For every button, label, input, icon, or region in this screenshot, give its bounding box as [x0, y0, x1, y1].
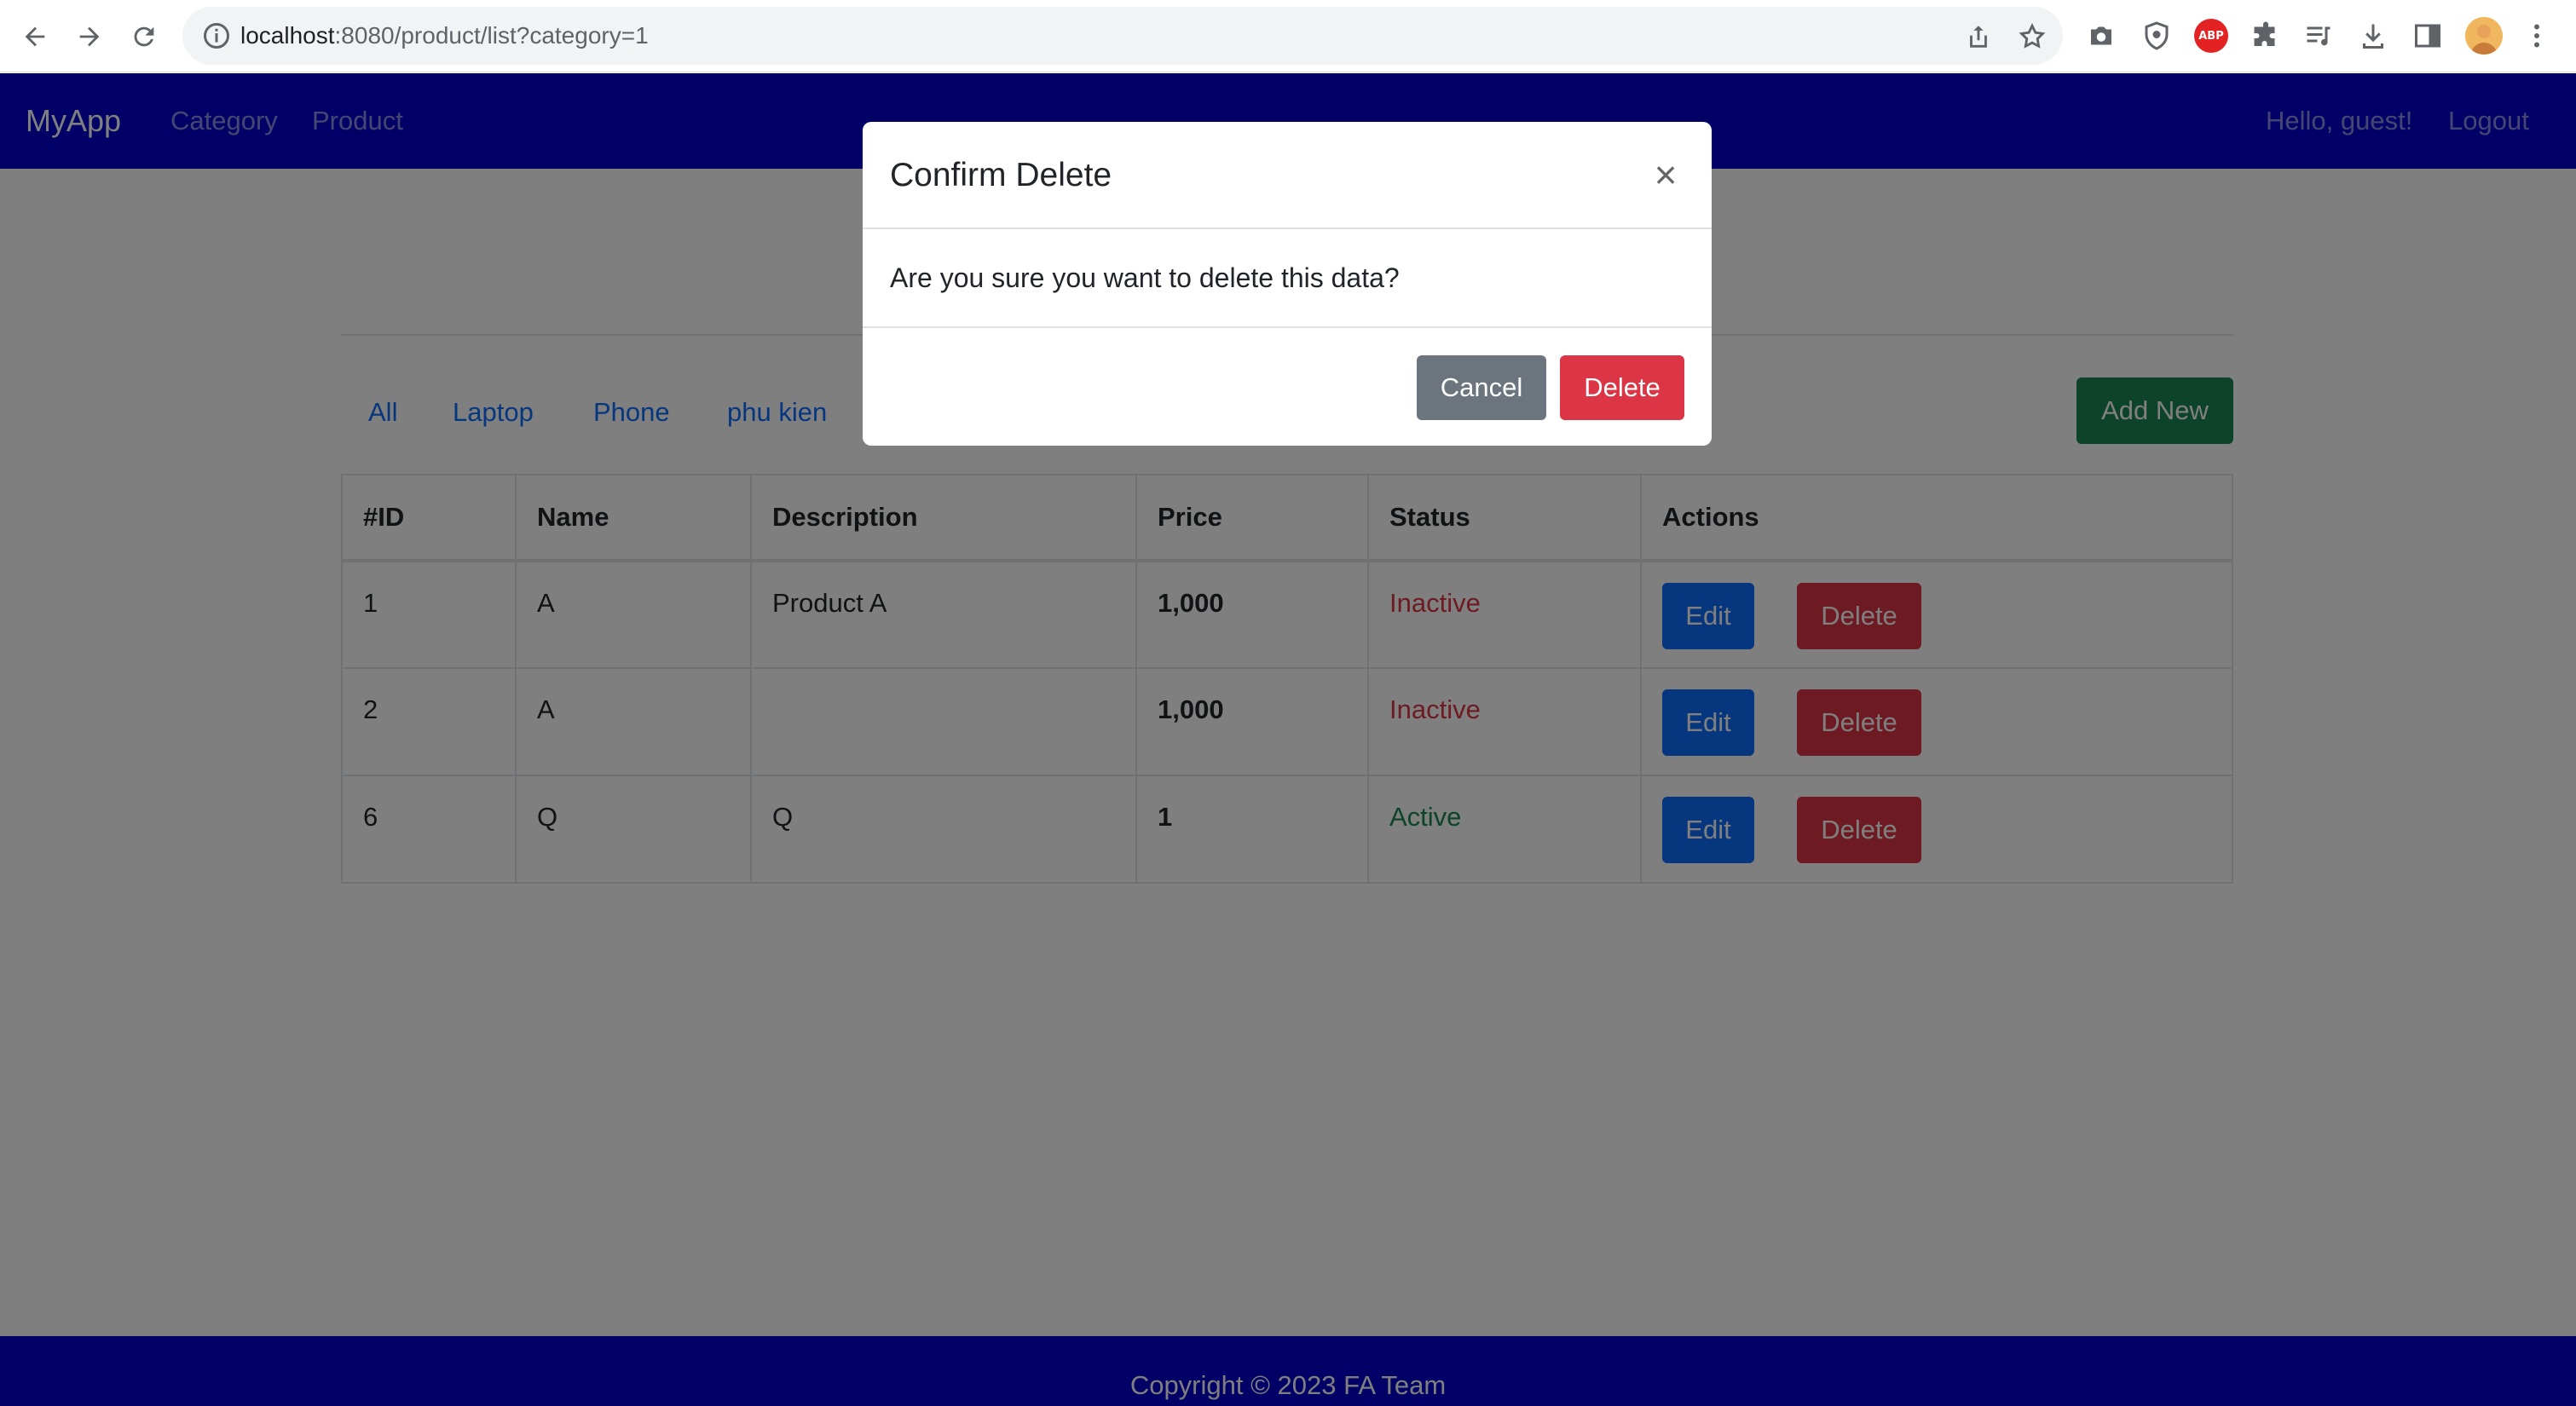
- bookmark-star-icon[interactable]: [2018, 22, 2047, 51]
- arrow-left-icon: [25, 26, 45, 47]
- reload-button[interactable]: [123, 15, 165, 58]
- more-menu-icon[interactable]: [2520, 19, 2554, 53]
- address-bar[interactable]: localhost:8080/product/list?category=1: [182, 7, 2063, 65]
- browser-toolbar: localhost:8080/product/list?category=1 A…: [0, 0, 2576, 72]
- camera-icon[interactable]: [2084, 19, 2118, 53]
- reload-icon: [134, 26, 154, 47]
- url-path: :8080/product/list?category=1: [334, 22, 649, 49]
- puzzle-icon[interactable]: [2249, 19, 2283, 53]
- url-text[interactable]: localhost:8080/product/list?category=1: [240, 7, 649, 65]
- shield-icon[interactable]: [2140, 19, 2174, 53]
- sidepanel-icon[interactable]: [2411, 19, 2445, 53]
- download-icon[interactable]: [2356, 19, 2390, 53]
- media-icon[interactable]: [2302, 19, 2336, 53]
- share-icon[interactable]: [1964, 22, 1993, 51]
- forward-button[interactable]: [68, 15, 111, 58]
- url-host: localhost: [240, 22, 335, 49]
- site-info-icon[interactable]: [201, 20, 232, 51]
- confirm-delete-button[interactable]: Delete: [1560, 355, 1684, 420]
- confirm-delete-modal: Confirm Delete × Are you sure you want t…: [863, 122, 1712, 446]
- arrow-right-icon: [79, 26, 100, 47]
- back-button[interactable]: [14, 15, 56, 58]
- user-avatar-icon: [2465, 17, 2503, 55]
- modal-title: Confirm Delete: [890, 157, 1112, 193]
- modal-message: Are you sure you want to delete this dat…: [890, 262, 1400, 293]
- modal-footer: Cancel Delete: [863, 328, 1712, 446]
- abp-icon[interactable]: ABP: [2194, 19, 2228, 53]
- modal-body: Are you sure you want to delete this dat…: [863, 229, 1712, 328]
- cancel-button[interactable]: Cancel: [1417, 355, 1546, 420]
- modal-header: Confirm Delete ×: [863, 122, 1712, 229]
- profile-avatar[interactable]: [2465, 17, 2503, 55]
- close-icon[interactable]: ×: [1645, 154, 1686, 195]
